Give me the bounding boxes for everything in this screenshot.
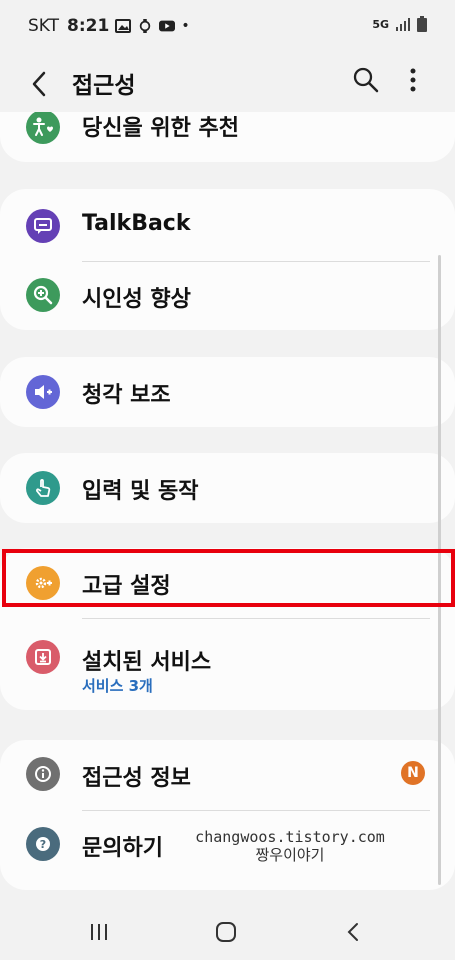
page-title: 접근성 bbox=[72, 73, 136, 99]
home-icon[interactable] bbox=[211, 917, 241, 947]
magnify-plus-icon bbox=[26, 278, 60, 312]
vision-card: TalkBack 시인성 향상 bbox=[0, 189, 455, 330]
gallery-icon bbox=[115, 19, 132, 33]
menu-item-label: 문의하기 bbox=[82, 836, 163, 861]
menu-item-label: 시인성 향상 bbox=[82, 287, 191, 312]
info-card: 접근성 정보 ? 문의하기 bbox=[0, 740, 455, 890]
recommended-card: 당신을 위한 추천 bbox=[0, 112, 455, 162]
menu-item-interaction[interactable]: 입력 및 동작 bbox=[0, 453, 455, 523]
menu-item-label: 접근성 정보 bbox=[82, 766, 191, 791]
interaction-card: 입력 및 동작 bbox=[0, 453, 455, 523]
search-icon[interactable] bbox=[350, 64, 382, 96]
back-nav-icon[interactable] bbox=[339, 917, 369, 947]
download-icon bbox=[26, 640, 60, 674]
watermark-url: changwoos.tistory.com bbox=[195, 828, 385, 846]
watermark-blog-name: 짱우이야기 bbox=[255, 846, 325, 864]
question-icon: ? bbox=[26, 827, 60, 861]
menu-item-talkback[interactable]: TalkBack bbox=[0, 189, 455, 261]
touch-hand-icon bbox=[26, 471, 60, 505]
signal-icon bbox=[396, 18, 410, 31]
volume-plus-icon bbox=[26, 375, 60, 409]
info-icon bbox=[26, 757, 60, 791]
chat-icon bbox=[26, 209, 60, 243]
hearing-card: 청각 보조 bbox=[0, 357, 455, 427]
svg-text:?: ? bbox=[40, 838, 46, 851]
youtube-icon bbox=[159, 20, 176, 32]
menu-item-label: 당신을 위한 추천 bbox=[82, 116, 239, 141]
menu-item-label: 청각 보조 bbox=[82, 383, 171, 408]
back-arrow-icon[interactable] bbox=[22, 66, 58, 102]
menu-item-sublabel: 서비스 3개 bbox=[82, 677, 153, 695]
menu-item-about[interactable]: 접근성 정보 bbox=[0, 740, 455, 810]
menu-item-label: TalkBack bbox=[82, 211, 191, 236]
watch-icon bbox=[140, 19, 151, 33]
accessibility-heart-icon bbox=[26, 112, 60, 144]
watermark: changwoos.tistory.com 짱우이야기 bbox=[190, 828, 390, 864]
clock: 8:21 bbox=[67, 16, 110, 36]
status-bar: SKT 8:21 • 5G bbox=[0, 0, 455, 52]
notification-dot-icon: • bbox=[181, 18, 190, 34]
carrier-name: SKT bbox=[28, 16, 60, 36]
system-navigation-bar bbox=[0, 905, 455, 960]
menu-item-installed-services[interactable]: 설치된 서비스 서비스 3개 bbox=[0, 618, 455, 710]
highlight-annotation bbox=[2, 549, 455, 607]
menu-item-hearing[interactable]: 청각 보조 bbox=[0, 357, 455, 427]
menu-item-recommended[interactable]: 당신을 위한 추천 bbox=[0, 112, 455, 162]
network-type: 5G bbox=[372, 17, 389, 31]
more-options-icon[interactable] bbox=[402, 64, 424, 96]
new-badge: N bbox=[401, 761, 425, 785]
menu-item-label: 입력 및 동작 bbox=[82, 479, 199, 504]
app-header: 접근성 bbox=[0, 52, 455, 112]
recent-apps-icon[interactable] bbox=[84, 917, 114, 947]
menu-item-visibility[interactable]: 시인성 향상 bbox=[0, 261, 455, 330]
battery-icon bbox=[417, 16, 427, 32]
menu-item-label: 설치된 서비스 bbox=[82, 650, 212, 675]
